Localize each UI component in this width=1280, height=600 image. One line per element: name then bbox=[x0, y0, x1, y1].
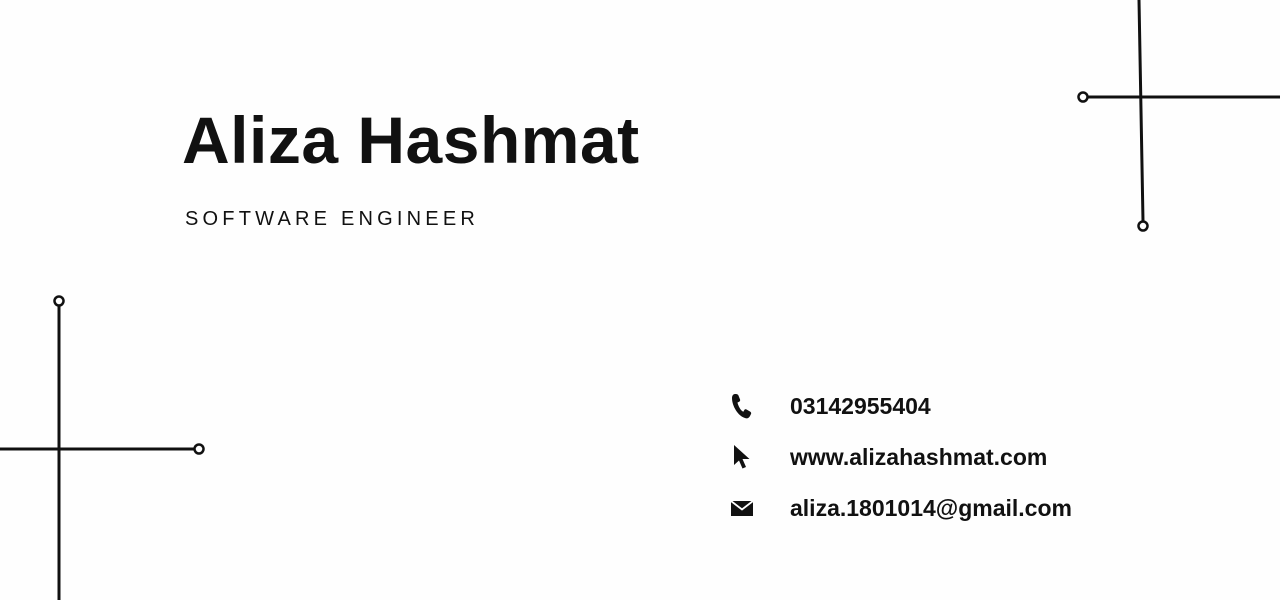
contact-list: 03142955404 www.alizahashmat.com aliza.1… bbox=[728, 380, 1228, 533]
job-title: SOFTWARE ENGINEER bbox=[185, 208, 480, 230]
envelope-icon bbox=[728, 494, 756, 522]
top-right-vertical-line bbox=[1137, 0, 1145, 223]
bottom-left-node-right bbox=[193, 443, 205, 455]
bottom-left-node-top bbox=[53, 295, 65, 307]
phone-number[interactable]: 03142955404 bbox=[790, 392, 931, 420]
email-address[interactable]: aliza.1801014@gmail.com bbox=[790, 494, 1072, 522]
contact-website-row: www.alizahashmat.com bbox=[728, 431, 1228, 482]
contact-phone-row: 03142955404 bbox=[728, 380, 1228, 431]
business-card: Aliza Hashmat SOFTWARE ENGINEER 03142955… bbox=[0, 0, 1280, 600]
top-right-node-left bbox=[1077, 91, 1089, 103]
website-link[interactable]: www.alizahashmat.com bbox=[790, 443, 1047, 471]
phone-icon bbox=[728, 392, 756, 420]
contact-email-row: aliza.1801014@gmail.com bbox=[728, 482, 1228, 533]
top-right-node-bottom bbox=[1137, 220, 1149, 232]
cursor-pointer-icon bbox=[728, 443, 756, 471]
person-name: Aliza Hashmat bbox=[182, 103, 640, 177]
